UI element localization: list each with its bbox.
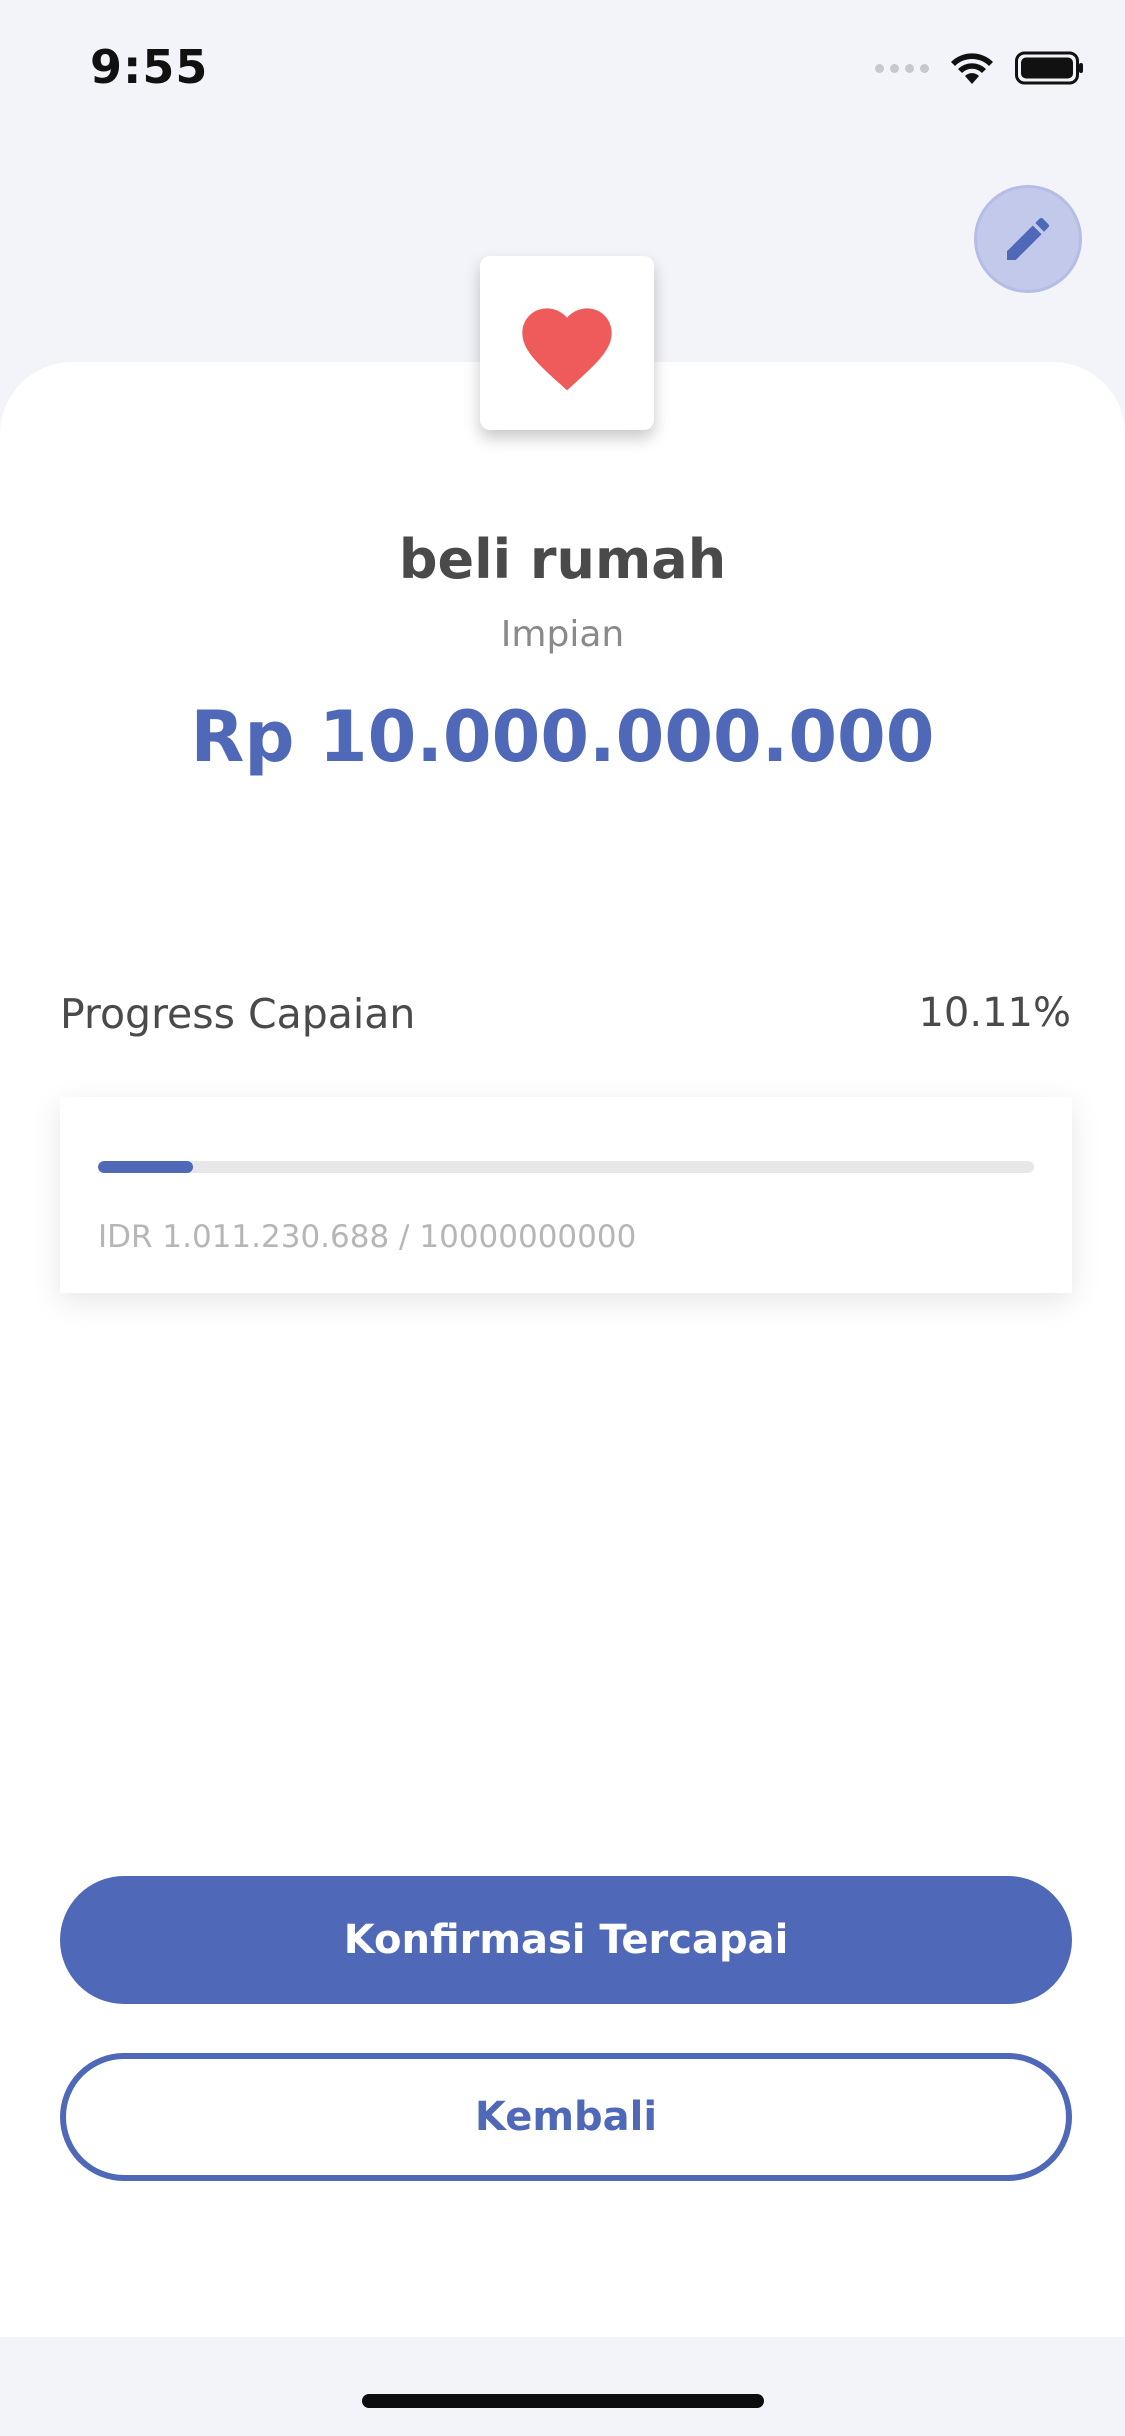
heart-icon [522,308,612,391]
confirm-achieved-button[interactable]: Konfirmasi Tercapai [60,1876,1072,2004]
progress-card: IDR 1.011.230.688 / 10000000000 [60,1097,1072,1293]
content-sheet [0,362,1125,2337]
goal-title: beli rumah [398,528,727,591]
pencil-icon [1007,217,1050,260]
status-icons [875,48,1085,88]
wifi-icon [951,53,993,84]
progress-label: Progress Capaian [60,990,416,1038]
progress-amount: IDR 1.011.230.688 / 10000000000 [98,1219,637,1255]
progress-bar-fill [98,1161,193,1173]
goal-category: Impian [500,614,625,655]
battery-icon [1015,51,1083,85]
back-button[interactable]: Kembali [60,2053,1072,2181]
cellular-signal-icon [875,63,929,73]
status-time: 9:55 [90,40,209,94]
edit-button[interactable] [974,185,1082,293]
progress-bar [98,1161,1034,1173]
progress-percent: 10.11% [918,990,1071,1036]
goal-target-amount: Rp 10.000.000.000 [190,696,935,778]
home-indicator [362,2394,764,2408]
goal-icon-card [480,256,654,430]
